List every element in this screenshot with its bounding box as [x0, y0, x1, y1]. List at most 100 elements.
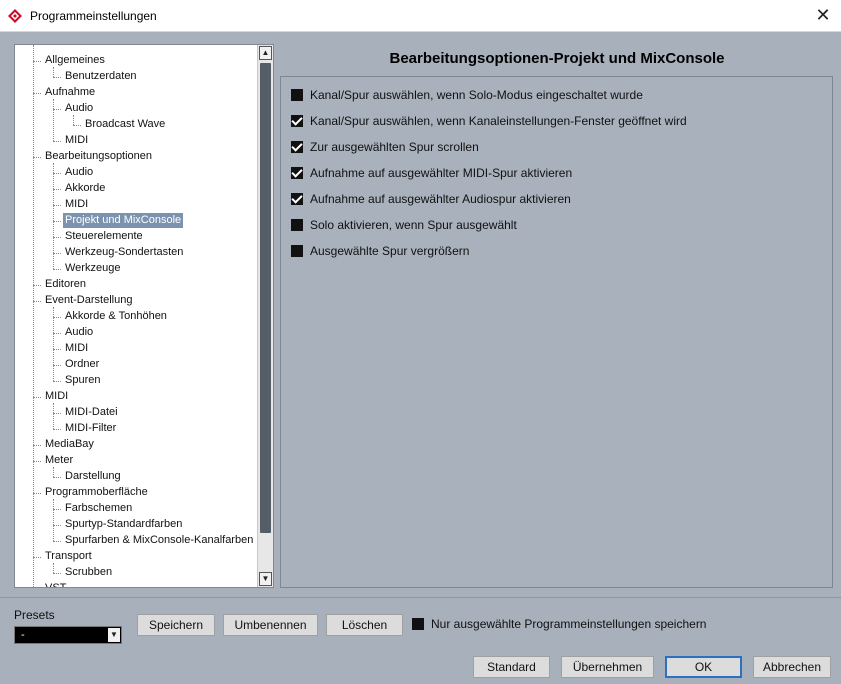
tree-connector	[53, 349, 61, 350]
tree-connector	[33, 157, 41, 158]
option-checkbox[interactable]	[291, 89, 303, 101]
tree-item[interactable]: Werkzeuge	[63, 261, 122, 276]
tree-item[interactable]: Ordner	[63, 357, 101, 372]
tree-connector	[53, 499, 54, 541]
ok-button[interactable]: OK	[665, 656, 742, 678]
cubase-logo-icon	[8, 9, 22, 23]
apply-button[interactable]: Übernehmen	[561, 656, 654, 678]
standard-button[interactable]: Standard	[473, 656, 550, 678]
option-row[interactable]: Kanal/Spur auswählen, wenn Solo-Modus ei…	[291, 87, 643, 103]
tree-connector	[33, 557, 41, 558]
tree-item[interactable]: MIDI	[63, 197, 90, 212]
scrollbar-thumb[interactable]	[260, 63, 271, 533]
tree-item[interactable]: Event-Darstellung	[43, 293, 134, 308]
tree-connector	[53, 141, 61, 142]
cancel-button[interactable]: Abbrechen	[753, 656, 831, 678]
option-label: Zur ausgewählten Spur scrollen	[310, 140, 479, 154]
tree-item[interactable]: Spurtyp-Standardfarben	[63, 517, 184, 532]
tree-item[interactable]: Spurfarben & MixConsole-Kanalfarben	[63, 533, 255, 548]
tree-connector	[53, 221, 61, 222]
save-only-selected-option[interactable]: Nur ausgewählte Programmeinstellungen sp…	[412, 616, 706, 632]
tree-item[interactable]: Akkorde	[63, 181, 107, 196]
tree-connector	[33, 397, 41, 398]
tree-scrollbar[interactable]: ▲ ▼	[257, 45, 273, 587]
tree-item[interactable]: Broadcast Wave	[83, 117, 167, 132]
option-checkbox[interactable]	[291, 219, 303, 231]
tree-item[interactable]: Spuren	[63, 373, 102, 388]
tree-item[interactable]: Projekt und MixConsole	[63, 213, 184, 228]
tree-item[interactable]: Meter	[43, 453, 75, 468]
tree-item[interactable]: Akkorde & Tonhöhen	[63, 309, 169, 324]
divider	[0, 597, 841, 598]
tree-connector	[73, 115, 74, 125]
tree-item[interactable]: MIDI-Datei	[63, 405, 120, 420]
tree-item[interactable]: MIDI	[43, 389, 70, 404]
option-checkbox[interactable]	[291, 115, 303, 127]
tree-item[interactable]: Benutzerdaten	[63, 69, 139, 84]
tree-connector	[33, 285, 41, 286]
tree-connector	[33, 61, 41, 62]
tree-item[interactable]: MIDI	[63, 133, 90, 148]
tree-connector	[33, 45, 34, 587]
save-only-selected-checkbox[interactable]	[412, 618, 424, 630]
tree-connector	[53, 237, 61, 238]
tree-connector	[53, 163, 54, 269]
tree-item[interactable]: Farbschemen	[63, 501, 134, 516]
scroll-up-icon[interactable]: ▲	[259, 46, 272, 60]
tree-item[interactable]: MediaBay	[43, 437, 96, 452]
tree-item[interactable]: Audio	[63, 165, 95, 180]
option-checkbox[interactable]	[291, 245, 303, 257]
close-icon[interactable]: ✕	[813, 6, 833, 26]
option-row[interactable]: Aufnahme auf ausgewählter Audiospur akti…	[291, 191, 571, 207]
tree-item[interactable]: Transport	[43, 549, 94, 564]
rename-preset-button[interactable]: Umbenennen	[223, 614, 318, 636]
tree-item[interactable]: Programmoberfläche	[43, 485, 150, 500]
scroll-down-icon[interactable]: ▼	[259, 572, 272, 586]
window-title: Programmeinstellungen	[30, 9, 157, 23]
options-panel: Kanal/Spur auswählen, wenn Solo-Modus ei…	[280, 76, 833, 588]
option-checkbox[interactable]	[291, 193, 303, 205]
tree-connector	[53, 99, 54, 141]
option-label: Ausgewählte Spur vergrößern	[310, 244, 470, 258]
tree-connector	[53, 253, 61, 254]
presets-dropdown[interactable]: - ▼	[14, 626, 122, 644]
tree-list: Allgemeines Benutzerdaten Aufnahme Audio Bro…	[15, 45, 258, 587]
tree-item[interactable]: Aufnahme	[43, 85, 97, 100]
tree-connector	[33, 493, 41, 494]
tree-item[interactable]: Allgemeines	[43, 53, 107, 68]
tree-connector	[33, 445, 41, 446]
save-preset-button[interactable]: Speichern	[137, 614, 215, 636]
tree-item[interactable]: VST	[43, 581, 68, 587]
tree-item[interactable]: Scrubben	[63, 565, 114, 580]
tree-item[interactable]: MIDI-Filter	[63, 421, 118, 436]
settings-tree: Allgemeines Benutzerdaten Aufnahme Audio Bro…	[14, 44, 274, 588]
tree-item[interactable]: Darstellung	[63, 469, 123, 484]
tree-item[interactable]: Audio	[63, 325, 95, 340]
option-checkbox[interactable]	[291, 167, 303, 179]
option-row[interactable]: Zur ausgewählten Spur scrollen	[291, 139, 479, 155]
tree-item[interactable]: Werkzeug-Sondertasten	[63, 245, 185, 260]
tree-item[interactable]: Audio	[63, 101, 95, 116]
option-row[interactable]: Aufnahme auf ausgewählter MIDI-Spur akti…	[291, 165, 572, 181]
tree-item[interactable]: Steuerelemente	[63, 229, 145, 244]
tree-item[interactable]: Bearbeitungsoptionen	[43, 149, 154, 164]
chevron-down-icon[interactable]: ▼	[108, 628, 120, 642]
tree-item[interactable]: Editoren	[43, 277, 88, 292]
option-row[interactable]: Kanal/Spur auswählen, wenn Kanaleinstell…	[291, 113, 687, 129]
option-row[interactable]: Solo aktivieren, wenn Spur ausgewählt	[291, 217, 517, 233]
option-label: Solo aktivieren, wenn Spur ausgewählt	[310, 218, 517, 232]
option-label: Aufnahme auf ausgewählter MIDI-Spur akti…	[310, 166, 573, 180]
tree-connector	[53, 403, 54, 429]
tree-connector	[33, 301, 41, 302]
tree-connector	[53, 509, 61, 510]
tree-connector	[53, 563, 54, 573]
tree-connector	[53, 467, 54, 477]
title-bar: Programmeinstellungen ✕	[0, 0, 841, 32]
option-row[interactable]: Ausgewählte Spur vergrößern	[291, 243, 469, 259]
delete-preset-button[interactable]: Löschen	[326, 614, 403, 636]
option-checkbox[interactable]	[291, 141, 303, 153]
tree-connector	[53, 189, 61, 190]
presets-value: -	[21, 629, 25, 641]
tree-item[interactable]: MIDI	[63, 341, 90, 356]
save-only-selected-label: Nur ausgewählte Programmeinstellungen sp…	[431, 617, 707, 631]
